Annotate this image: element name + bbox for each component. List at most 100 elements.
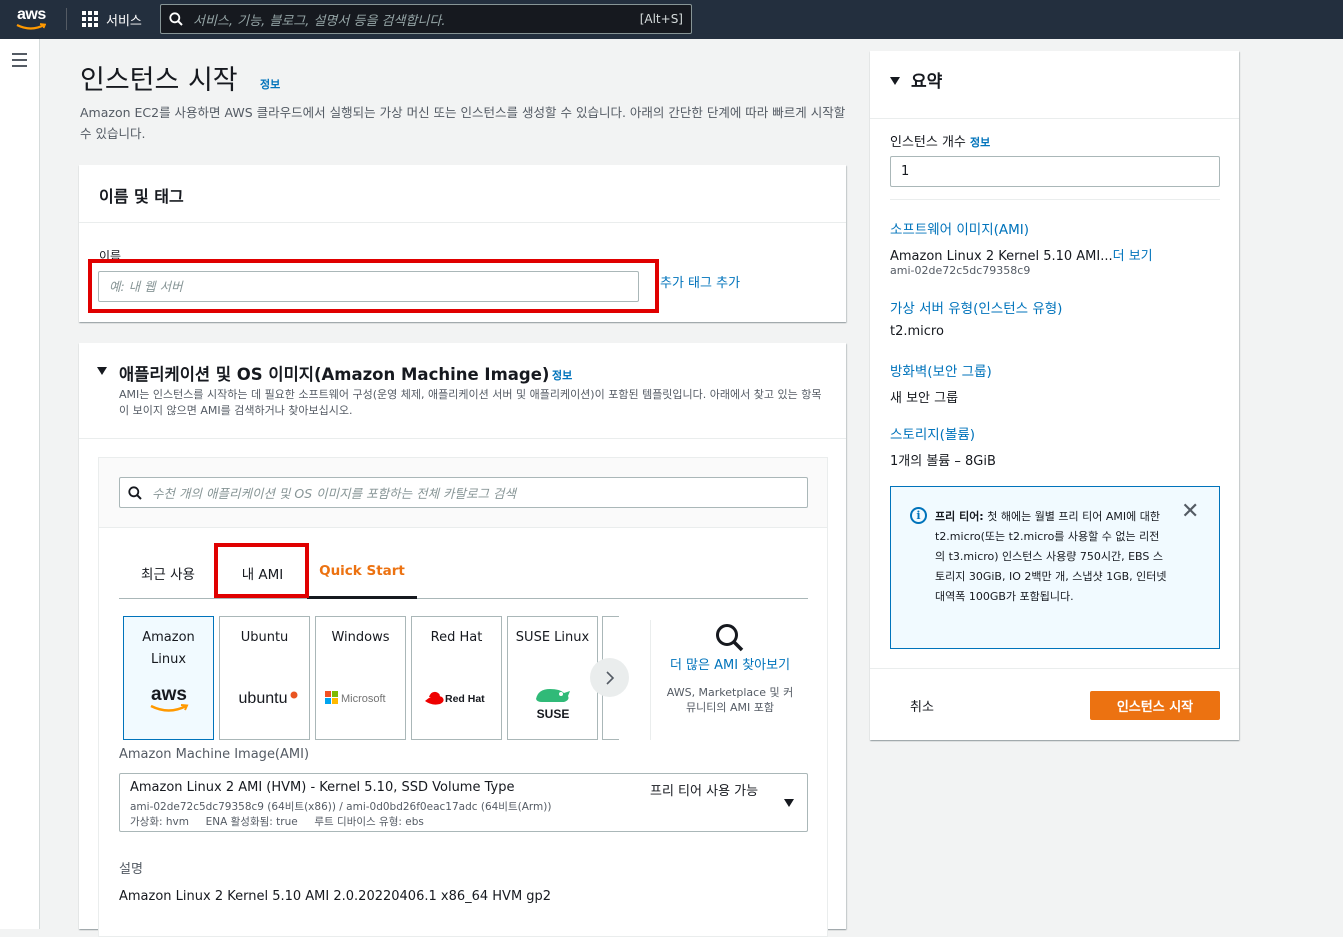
svg-text:aws: aws	[151, 684, 187, 705]
browse-more-amis-subtext: AWS, Marketplace 및 커뮤니티의 AMI 포함	[666, 686, 794, 714]
ami-info-link[interactable]: 정보	[552, 367, 572, 383]
storage-value: 1개의 볼륨 – 8GiB	[890, 454, 996, 469]
svg-text:Red Hat: Red Hat	[445, 693, 485, 705]
software-image-link[interactable]: 소프트웨어 이미지(AMI)	[890, 218, 1029, 238]
grid-icon	[82, 11, 98, 27]
chevron-right-icon	[605, 670, 614, 685]
svg-text:ubuntu: ubuntu	[238, 690, 287, 707]
os-tile-ubuntu[interactable]: Ubuntu ubuntu	[219, 616, 310, 740]
os-tile-label: Red Hat	[430, 630, 483, 645]
free-tier-badge: 프리 티어 사용 가능	[650, 784, 759, 799]
tab-recent[interactable]: 최근 사용	[119, 546, 217, 599]
services-menu-button[interactable]: 서비스	[82, 10, 142, 29]
os-tile-label: Windows	[331, 630, 390, 645]
caret-down-icon[interactable]	[890, 77, 900, 85]
instance-type-link[interactable]: 가상 서버 유형(인스턴스 유형)	[890, 297, 1062, 317]
os-tile-amazon-linux[interactable]: Amazon Linux aws	[123, 616, 214, 740]
search-icon	[169, 12, 183, 26]
divider	[890, 199, 1220, 200]
instance-count-info-link[interactable]: 정보	[970, 136, 990, 149]
ami-catalog-search-placeholder: 수천 개의 애플리케이션 및 OS 이미지를 포함하는 전체 카탈로그 검색	[152, 486, 517, 501]
page-info-link[interactable]: 정보	[260, 76, 280, 92]
software-image-text: Amazon Linux 2 Kernel 5.10 AMI...	[890, 249, 1113, 264]
divider	[79, 222, 846, 223]
menu-icon[interactable]	[12, 53, 27, 71]
os-tile-label: Amazon Linux	[142, 630, 195, 667]
software-image-id: ami-02de72c5dc79358c9	[890, 264, 1031, 277]
caret-down-icon[interactable]	[97, 367, 107, 375]
search-shortcut: [Alt+S]	[639, 12, 683, 26]
aws-logo-text: aws	[17, 6, 46, 23]
instance-count-label: 인스턴스 개수 정보	[890, 131, 990, 150]
ami-panel-header: 애플리케이션 및 OS 이미지(Amazon Machine Image) 정보…	[79, 343, 846, 439]
suse-logo-icon: SUSE	[508, 683, 597, 723]
ami-select-name: Amazon Linux 2 AMI (HVM) - Kernel 5.10, …	[130, 780, 515, 795]
free-tier-alert: i 프리 티어: 첫 해에는 월별 프리 티어 AMI에 대한 t2.micro…	[890, 486, 1220, 649]
os-tile-label: SUSE Linux	[515, 630, 590, 645]
page-description: Amazon EC2를 사용하면 AWS 클라우드에서 실행되는 가상 머신 또…	[80, 105, 846, 141]
ubuntu-logo-icon: ubuntu	[220, 683, 309, 713]
microsoft-logo-icon: Microsoft	[316, 683, 405, 713]
os-tile-suse-linux[interactable]: SUSE Linux SUSE	[507, 616, 598, 740]
ami-panel: 애플리케이션 및 OS 이미지(Amazon Machine Image) 정보…	[79, 343, 846, 937]
browse-more-amis-link[interactable]: 더 많은 AMI 찾아보기	[665, 656, 795, 675]
svg-text:SUSE: SUSE	[536, 707, 569, 721]
services-label: 서비스	[106, 13, 142, 29]
ami-catalog-search-input[interactable]: 수천 개의 애플리케이션 및 OS 이미지를 포함하는 전체 카탈로그 검색	[119, 477, 808, 508]
ami-panel-description: AMI는 인스턴스를 시작하는 데 필요한 소프트웨어 구성(운영 체제, 애플…	[119, 388, 822, 417]
ami-label: Amazon Machine Image(AMI)	[119, 747, 310, 762]
tab-quick-start[interactable]: Quick Start	[307, 546, 417, 599]
search-icon	[128, 485, 142, 500]
show-more-link[interactable]: 더 보기	[1113, 249, 1153, 264]
os-tile-red-hat[interactable]: Red Hat Red Hat	[411, 616, 502, 740]
ami-description-label: 설명	[119, 862, 143, 877]
storage-link[interactable]: 스토리지(볼륨)	[890, 423, 975, 443]
next-tiles-button[interactable]	[590, 658, 629, 697]
ami-select-ids: ami-02de72c5dc79358c9 (64비트(x86)) / ami-…	[130, 801, 552, 813]
global-search-placeholder: 서비스, 기능, 블로그, 설명서 등을 검색합니다.	[193, 13, 446, 29]
ami-search-area: 수천 개의 애플리케이션 및 OS 이미지를 포함하는 전체 카탈로그 검색	[99, 458, 827, 528]
instance-count-input[interactable]	[890, 156, 1220, 187]
free-tier-alert-text: 프리 티어: 첫 해에는 월별 프리 티어 AMI에 대한 t2.micro(또…	[935, 507, 1167, 607]
aws-logo-icon: aws	[124, 683, 213, 717]
info-icon: i	[910, 507, 927, 524]
top-navigation-bar: aws 서비스 서비스, 기능, 블로그, 설명서 등을 검색합니다. [Alt…	[0, 0, 1343, 39]
page-title: 인스턴스 시작	[80, 65, 238, 96]
firewall-link[interactable]: 방화벽(보안 그룹)	[890, 360, 992, 380]
free-tier-alert-body: 첫 해에는 월별 프리 티어 AMI에 대한 t2.micro(또는 t2.mi…	[935, 510, 1167, 603]
divider	[870, 668, 1239, 669]
red-hat-logo-icon: Red Hat	[412, 683, 501, 713]
ami-select[interactable]: Amazon Linux 2 AMI (HVM) - Kernel 5.10, …	[119, 773, 808, 832]
cancel-button[interactable]: 취소	[910, 696, 934, 715]
firewall-value: 새 보안 그룹	[890, 391, 959, 406]
summary-title: 요약	[911, 72, 943, 92]
browse-more-amis[interactable]: 더 많은 AMI 찾아보기 AWS, Marketplace 및 커뮤니티의 A…	[665, 622, 795, 715]
ami-select-meta: 가상화: hvm ENA 활성화됨: true 루트 디바이스 유형: ebs	[130, 816, 424, 828]
free-tier-alert-title: 프리 티어:	[935, 510, 984, 523]
summary-panel: 요약 인스턴스 개수 정보 소프트웨어 이미지(AMI) Amazon Linu…	[870, 51, 1239, 740]
os-tile-windows[interactable]: Windows Microsoft	[315, 616, 406, 740]
svg-text:Microsoft: Microsoft	[341, 693, 386, 705]
divider	[66, 8, 67, 30]
launch-instance-button[interactable]: 인스턴스 시작	[1090, 691, 1220, 720]
search-icon	[716, 624, 744, 652]
divider	[650, 620, 651, 740]
aws-smile-icon	[16, 23, 46, 30]
global-search-input[interactable]: 서비스, 기능, 블로그, 설명서 등을 검색합니다. [Alt+S]	[160, 4, 692, 34]
software-image-value: Amazon Linux 2 Kernel 5.10 AMI...더 보기	[890, 245, 1153, 264]
close-icon[interactable]: ✕	[1181, 501, 1199, 523]
instance-count-label-text: 인스턴스 개수	[890, 135, 966, 150]
aws-logo[interactable]: aws	[16, 6, 50, 32]
ami-description-value: Amazon Linux 2 Kernel 5.10 AMI 2.0.20220…	[119, 889, 552, 904]
ami-browser: 수천 개의 애플리케이션 및 OS 이미지를 포함하는 전체 카탈로그 검색 최…	[98, 457, 828, 937]
highlight-box-my-ami-tab	[214, 543, 309, 598]
ami-panel-title: 애플리케이션 및 OS 이미지(Amazon Machine Image)	[119, 365, 550, 384]
summary-header: 요약	[870, 51, 1239, 119]
name-and-tags-title: 이름 및 태그	[99, 187, 184, 206]
os-tile-label: Ubuntu	[240, 630, 289, 645]
highlight-box-name-input	[88, 259, 659, 313]
side-navigation	[0, 39, 40, 929]
instance-type-value: t2.micro	[890, 324, 944, 339]
add-additional-tags-link[interactable]: 추가 태그 추가	[660, 272, 740, 291]
caret-down-icon	[784, 799, 794, 807]
